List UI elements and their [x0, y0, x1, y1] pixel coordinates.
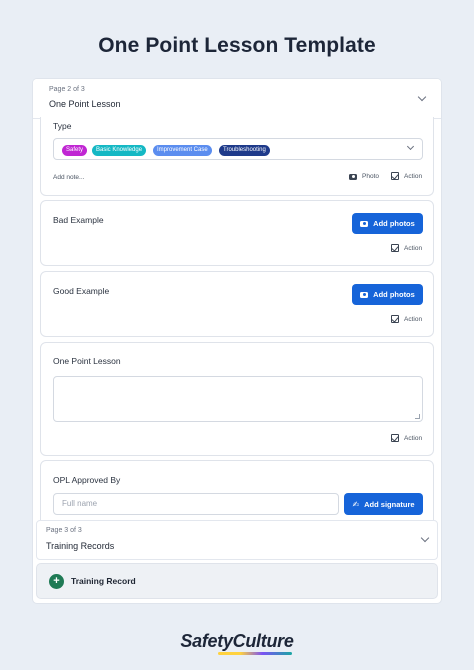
- page-2-label: Page 2 of 3: [49, 86, 85, 93]
- action-icon: [391, 315, 399, 323]
- safetyculture-logo: SafetyCulture: [180, 631, 294, 651]
- action-icon: [391, 434, 399, 442]
- add-photos-button[interactable]: Add photos: [352, 284, 423, 305]
- bad-example-card: Bad Example Add photos Action: [40, 200, 434, 266]
- training-record-label: Training Record: [71, 576, 136, 586]
- signature-icon: ✍: [352, 499, 360, 509]
- page-3-header[interactable]: Page 3 of 3 Training Records: [36, 520, 438, 560]
- type-select[interactable]: Safety Basic Knowledge Improvement Case …: [53, 138, 423, 160]
- logo-underline: [218, 652, 292, 655]
- good-example-card: Good Example Add photos Action: [40, 271, 434, 337]
- add-photos-button[interactable]: Add photos: [352, 213, 423, 234]
- add-photos-label: Add photos: [373, 219, 415, 228]
- action-label: Action: [404, 244, 423, 252]
- camera-icon: [360, 220, 369, 227]
- action-button[interactable]: Action: [391, 244, 422, 252]
- full-name-input[interactable]: Full name: [53, 493, 339, 515]
- chip-improvement-case[interactable]: Improvement Case: [153, 145, 212, 156]
- type-label: Type: [53, 121, 72, 131]
- one-point-lesson-card: One Point Lesson Action: [40, 342, 434, 456]
- chip-troubleshooting[interactable]: Troubleshooting: [219, 145, 270, 156]
- add-note-link[interactable]: Add note...: [53, 174, 84, 181]
- page-2-title: One Point Lesson: [49, 99, 121, 109]
- photo-label: Photo: [362, 173, 379, 180]
- training-record-row[interactable]: + Training Record: [36, 563, 438, 599]
- chip-safety[interactable]: Safety: [62, 145, 88, 156]
- one-point-lesson-textarea[interactable]: [53, 376, 423, 422]
- action-label: Action: [404, 315, 423, 323]
- page-3-title: Training Records: [46, 541, 115, 551]
- add-signature-button[interactable]: ✍ Add signature: [344, 493, 423, 515]
- page-2-header[interactable]: Page 2 of 3 One Point Lesson: [33, 79, 441, 119]
- bad-example-label: Bad Example: [53, 215, 104, 225]
- select-chevron-icon[interactable]: [406, 142, 415, 151]
- camera-icon: [360, 291, 369, 298]
- action-icon: [391, 244, 399, 252]
- add-photos-label: Add photos: [373, 290, 415, 299]
- chip-basic-knowledge[interactable]: Basic Knowledge: [92, 145, 147, 156]
- action-button[interactable]: Action: [391, 315, 422, 323]
- page-3-label: Page 3 of 3: [46, 527, 82, 534]
- add-signature-label: Add signature: [364, 499, 415, 509]
- type-question-card: Type Safety Basic Knowledge Improvement …: [40, 117, 434, 196]
- one-point-lesson-label: One Point Lesson: [53, 356, 121, 366]
- action-icon: [391, 172, 399, 180]
- page-title: One Point Lesson Template: [98, 34, 376, 57]
- photo-button[interactable]: Photo: [349, 173, 379, 180]
- action-button[interactable]: Action: [391, 172, 422, 180]
- opl-approved-card: OPL Approved By Full name ✍ Add signatur…: [40, 460, 434, 526]
- action-label: Action: [404, 172, 423, 180]
- plus-icon[interactable]: +: [49, 574, 64, 589]
- form-sheet: Page 2 of 3 One Point Lesson Type Safety…: [33, 79, 441, 603]
- resize-handle-icon[interactable]: [415, 414, 420, 419]
- good-example-label: Good Example: [53, 286, 110, 296]
- action-button[interactable]: Action: [391, 434, 422, 442]
- chevron-down-icon[interactable]: [417, 92, 427, 102]
- opl-approved-label: OPL Approved By: [53, 475, 121, 485]
- action-label: Action: [404, 434, 423, 442]
- camera-icon: [349, 173, 357, 180]
- chevron-down-icon[interactable]: [420, 533, 430, 543]
